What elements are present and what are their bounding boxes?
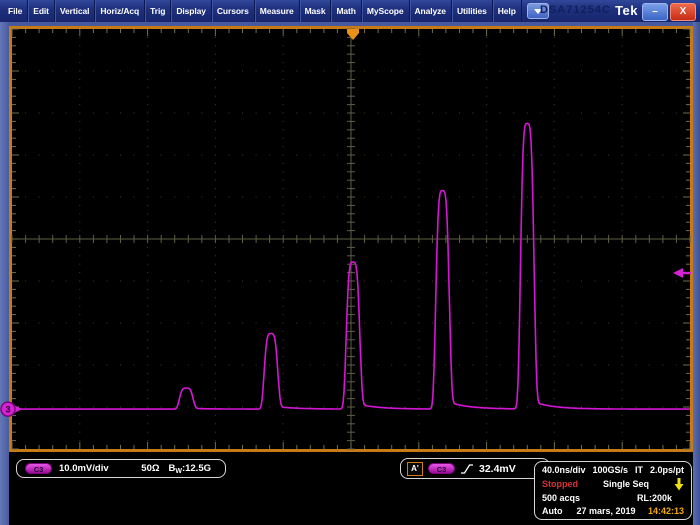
instrument-model-text: DSA71254C bbox=[540, 4, 611, 16]
menu-display[interactable]: Display bbox=[171, 0, 212, 22]
menu-math[interactable]: Math bbox=[331, 0, 361, 22]
menu-trig[interactable]: Trig bbox=[145, 0, 171, 22]
datetime-row: Auto 27 mars, 2019 14:42:13 bbox=[542, 506, 684, 516]
rising-edge-icon bbox=[460, 463, 474, 475]
bandwidth-readout: BW:12.5G bbox=[168, 463, 211, 475]
menu-utilities[interactable]: Utilities bbox=[452, 0, 493, 22]
acq-count: 500 acqs bbox=[542, 493, 580, 503]
trigger-readout[interactable]: A' C3 32.4mV bbox=[400, 458, 550, 479]
timebase-row: 40.0ns/div 100GS/s IT 2.0ps/pt bbox=[542, 465, 684, 475]
menu-horiz-acq[interactable]: Horiz/Acq bbox=[95, 0, 145, 22]
scope-display[interactable]: 3 bbox=[12, 29, 690, 449]
menu-file[interactable]: File bbox=[3, 0, 28, 22]
tek-logo: Tek bbox=[615, 3, 638, 18]
menu-mask[interactable]: Mask bbox=[300, 0, 332, 22]
input-impedance: 50Ω bbox=[141, 463, 159, 474]
acquisition-readout[interactable]: 40.0ns/div 100GS/s IT 2.0ps/pt Stopped S… bbox=[534, 461, 692, 520]
sampling-mode: IT bbox=[635, 465, 643, 475]
channel3-ground-marker[interactable]: 3 bbox=[1, 402, 22, 416]
trigger-mode: Auto bbox=[542, 506, 563, 516]
trigger-level: 32.4mV bbox=[479, 463, 516, 475]
menu-cursors[interactable]: Cursors bbox=[212, 0, 255, 22]
down-arrow-icon bbox=[674, 478, 684, 491]
run-mode: Single Seq bbox=[603, 479, 649, 489]
menu-measure[interactable]: Measure bbox=[255, 0, 300, 22]
menu-myscope[interactable]: MyScope bbox=[362, 0, 410, 22]
status-row: Stopped Single Seq bbox=[542, 478, 684, 491]
menu-help[interactable]: Help bbox=[493, 0, 522, 22]
sample-rate: 100GS/s bbox=[593, 465, 629, 475]
channel-readout[interactable]: C3 10.0mV/div 50Ω BW:12.5G bbox=[16, 459, 226, 478]
vertical-scale: 10.0mV/div bbox=[59, 463, 109, 474]
resolution: 2.0ps/pt bbox=[650, 465, 684, 475]
channel-badge: C3 bbox=[25, 463, 52, 474]
trigger-position-marker[interactable] bbox=[347, 29, 359, 40]
svg-text:3: 3 bbox=[5, 404, 10, 414]
window-frame-right bbox=[693, 22, 700, 525]
window-frame-left bbox=[0, 22, 9, 525]
readout-bar: C3 10.0mV/div 50Ω BW:12.5G A' C3 32.4mV … bbox=[9, 452, 693, 525]
menu-bar: File Edit Vertical Horiz/Acq Trig Displa… bbox=[0, 0, 700, 22]
menu-vertical[interactable]: Vertical bbox=[55, 0, 95, 22]
scope-display-frame: 3 bbox=[9, 26, 693, 452]
acq-status: Stopped bbox=[542, 479, 578, 489]
minimize-button[interactable]: – bbox=[642, 3, 668, 21]
record-length: RL:200k bbox=[637, 493, 672, 503]
acq-count-row: 500 acqs RL:200k bbox=[542, 493, 684, 503]
date-readout: 27 mars, 2019 bbox=[577, 506, 636, 516]
graticule-axes bbox=[12, 29, 690, 449]
close-button[interactable]: X bbox=[670, 3, 696, 21]
trigger-level-marker[interactable] bbox=[673, 268, 691, 278]
trigger-channel-badge: C3 bbox=[428, 463, 455, 474]
time-readout: 14:42:13 bbox=[648, 506, 684, 516]
trigger-source-badge: A' bbox=[407, 462, 423, 476]
oscilloscope-app-window: File Edit Vertical Horiz/Acq Trig Displa… bbox=[0, 0, 700, 525]
timebase: 40.0ns/div bbox=[542, 465, 586, 475]
menu-edit[interactable]: Edit bbox=[28, 0, 55, 22]
menu-analyze[interactable]: Analyze bbox=[410, 0, 452, 22]
